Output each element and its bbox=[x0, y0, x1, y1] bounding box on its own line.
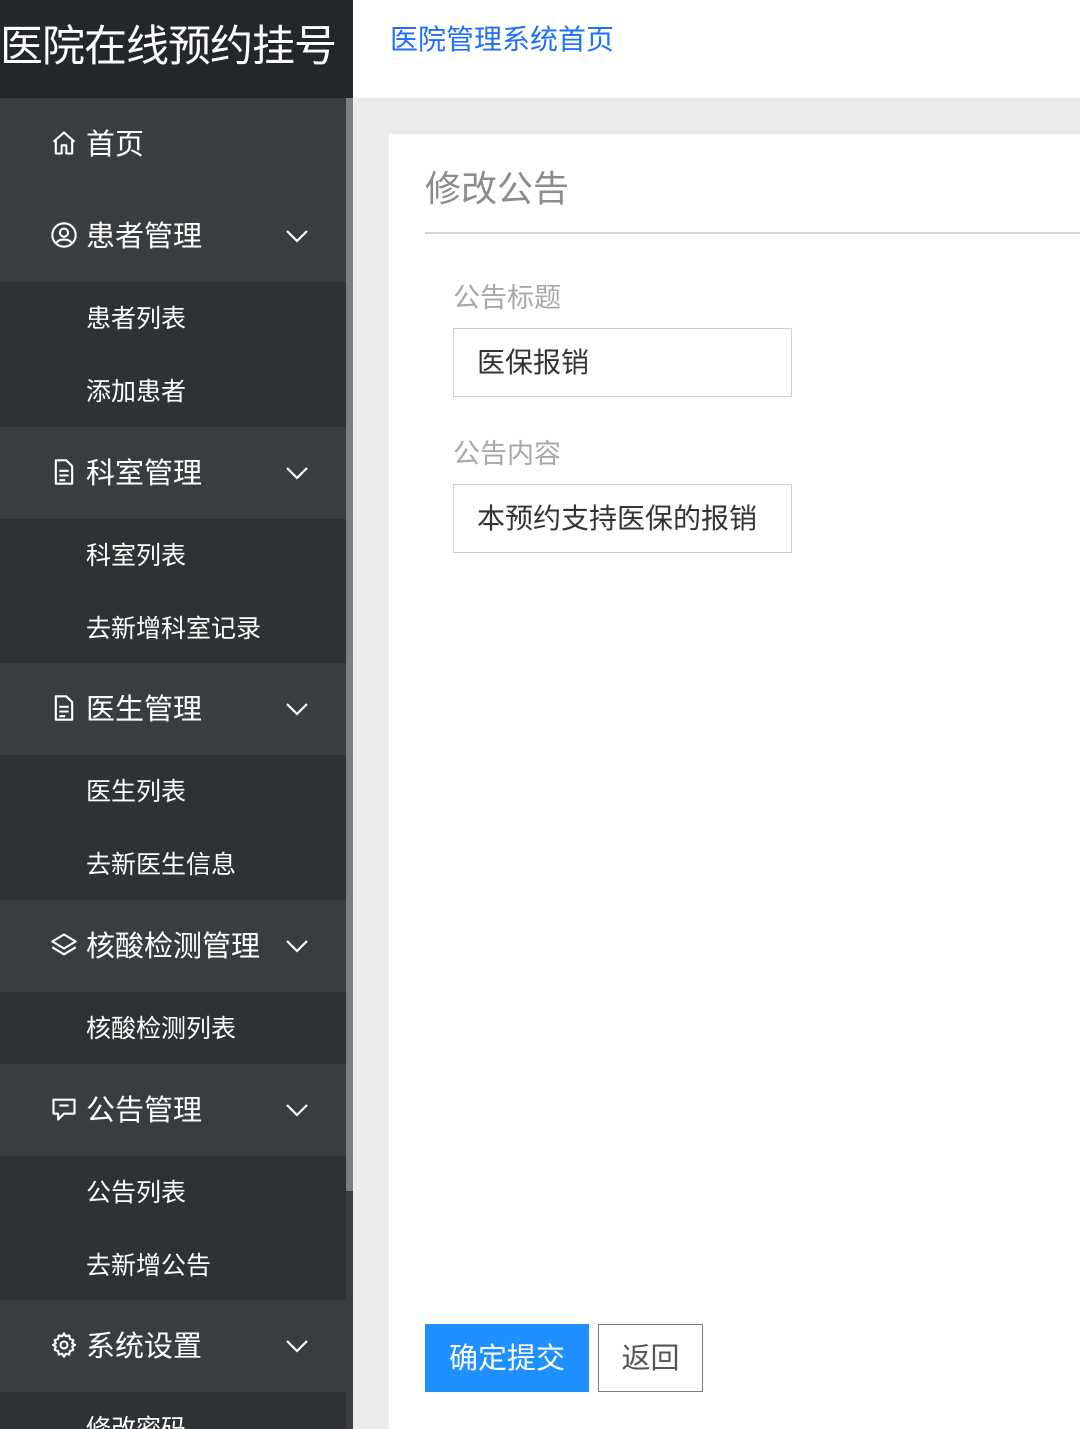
chevron-down-icon bbox=[284, 1336, 310, 1356]
sidebar-group-doctors[interactable]: 医生管理 bbox=[0, 663, 346, 755]
sidebar: 医院在线预约挂号 首页 患者管理 患者列表 添加患者 科室管理 科室列表 去新增… bbox=[0, 0, 353, 1429]
sidebar-item-change-password[interactable]: 修改密码 bbox=[0, 1392, 346, 1429]
sidebar-item-label: 核酸检测列表 bbox=[86, 1014, 237, 1043]
sidebar-item-notice-list[interactable]: 公告列表 bbox=[0, 1156, 346, 1229]
sidebar-group-label: 公告管理 bbox=[86, 1093, 203, 1127]
notice-content-value: 本预约支持医保的报销 bbox=[477, 502, 758, 535]
sidebar-group-settings[interactable]: 系统设置 bbox=[0, 1300, 346, 1392]
sidebar-item-label: 公告列表 bbox=[86, 1178, 187, 1207]
notice-icon bbox=[50, 1095, 78, 1123]
sidebar-item-department-list[interactable]: 科室列表 bbox=[0, 519, 346, 592]
chevron-down-icon bbox=[284, 226, 310, 246]
sidebar-group-departments[interactable]: 科室管理 bbox=[0, 427, 346, 519]
sidebar-group-label: 科室管理 bbox=[86, 456, 203, 490]
sidebar-item-nucleic-test-list[interactable]: 核酸检测列表 bbox=[0, 992, 346, 1065]
sidebar-item-label: 去新医生信息 bbox=[86, 850, 237, 879]
sidebar-group-patients[interactable]: 患者管理 bbox=[0, 190, 346, 282]
notice-content-input[interactable]: 本预约支持医保的报销 bbox=[453, 484, 792, 553]
sidebar-group-label: 系统设置 bbox=[86, 1329, 203, 1363]
sidebar-group-label: 医生管理 bbox=[86, 692, 203, 726]
sidebar-group-nucleic-test[interactable]: 核酸检测管理 bbox=[0, 900, 346, 992]
document-icon bbox=[50, 458, 78, 486]
layers-icon bbox=[50, 931, 78, 959]
submit-button[interactable]: 确定提交 bbox=[425, 1324, 589, 1392]
page-title: 修改公告 bbox=[425, 169, 570, 210]
title-divider bbox=[425, 232, 1080, 234]
edit-notice-card: 修改公告 公告标题 医保报销 公告内容 本预约支持医保的报销 确定提交 返回 bbox=[389, 134, 1080, 1429]
system-home-link[interactable]: 医院管理系统首页 bbox=[390, 18, 614, 58]
sidebar-item-add-notice[interactable]: 去新增公告 bbox=[0, 1229, 346, 1302]
sidebar-item-doctor-list[interactable]: 医生列表 bbox=[0, 755, 346, 828]
notice-title-value: 医保报销 bbox=[477, 346, 590, 379]
top-header: 医院管理系统首页 bbox=[353, 0, 1080, 98]
sidebar-item-label: 去新增科室记录 bbox=[86, 614, 262, 643]
sidebar-item-add-department[interactable]: 去新增科室记录 bbox=[0, 592, 346, 665]
user-circle-icon bbox=[50, 221, 78, 249]
main-content: 修改公告 公告标题 医保报销 公告内容 本预约支持医保的报销 确定提交 返回 bbox=[353, 98, 1080, 1429]
home-icon bbox=[50, 129, 78, 157]
sidebar-group-notices[interactable]: 公告管理 bbox=[0, 1064, 346, 1156]
sidebar-item-label: 科室列表 bbox=[86, 541, 187, 570]
sidebar-item-label: 修改密码 bbox=[86, 1414, 187, 1429]
chevron-down-icon bbox=[284, 463, 310, 483]
chevron-down-icon bbox=[284, 1100, 310, 1120]
chevron-down-icon bbox=[284, 699, 310, 719]
document-icon bbox=[50, 694, 78, 722]
sidebar-item-label: 患者列表 bbox=[86, 304, 187, 333]
gear-icon bbox=[50, 1331, 78, 1359]
sidebar-item-add-doctor[interactable]: 去新医生信息 bbox=[0, 828, 346, 901]
sidebar-item-label: 首页 bbox=[86, 127, 145, 161]
notice-title-input[interactable]: 医保报销 bbox=[453, 328, 792, 397]
back-button[interactable]: 返回 bbox=[598, 1324, 703, 1392]
notice-title-label: 公告标题 bbox=[453, 283, 561, 314]
sidebar-item-label: 医生列表 bbox=[86, 777, 187, 806]
sidebar-item-patient-list[interactable]: 患者列表 bbox=[0, 282, 346, 355]
sidebar-scrollbar[interactable] bbox=[346, 98, 353, 1191]
sidebar-item-label: 去新增公告 bbox=[86, 1251, 212, 1280]
sidebar-group-label: 核酸检测管理 bbox=[86, 929, 261, 963]
sidebar-item-label: 添加患者 bbox=[86, 377, 187, 406]
sidebar-item-home[interactable]: 首页 bbox=[0, 98, 346, 190]
sidebar-group-label: 患者管理 bbox=[86, 219, 203, 253]
notice-content-label: 公告内容 bbox=[453, 439, 561, 470]
chevron-down-icon bbox=[284, 936, 310, 956]
sidebar-item-add-patient[interactable]: 添加患者 bbox=[0, 355, 346, 428]
app-brand: 医院在线预约挂号 bbox=[0, 0, 353, 98]
